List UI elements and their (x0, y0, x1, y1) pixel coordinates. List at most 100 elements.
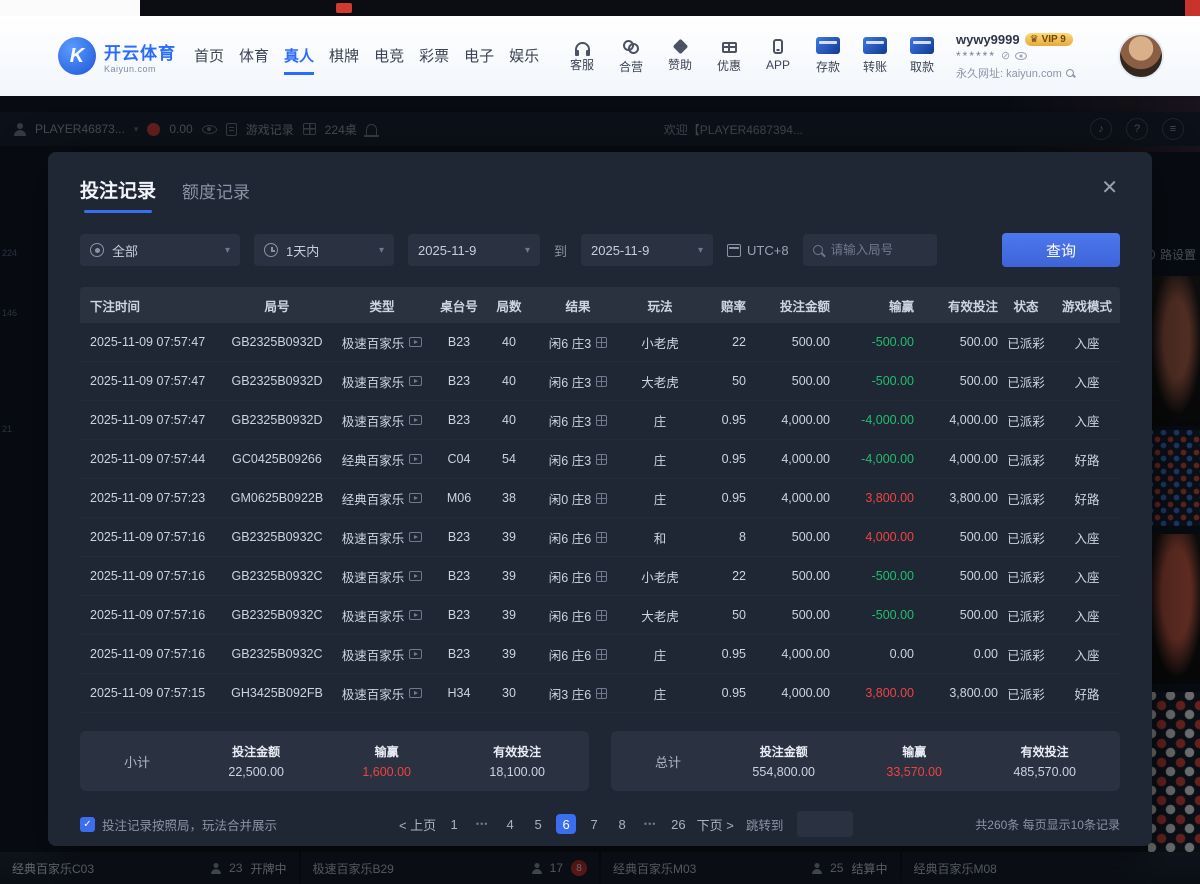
category-select[interactable]: 全部 ▾ (80, 234, 240, 266)
pagination-page-26[interactable]: 26 (668, 814, 688, 834)
cell-result: 闲6 庄6 (532, 528, 624, 547)
cell-win: -500.00 (830, 569, 914, 583)
cell-round: 30 (486, 686, 532, 700)
cell-id: GC0425B09266 (222, 452, 332, 466)
tab-bet-records[interactable]: 投注记录 (80, 176, 156, 213)
nav-item-体育[interactable]: 体育 (239, 37, 269, 75)
wallet-links: 存款转账取款 (810, 37, 940, 75)
column-header: 局数 (486, 296, 532, 315)
nav-item-首页[interactable]: 首页 (194, 37, 224, 75)
date-to-picker[interactable]: 2025-11-9 ▾ (581, 234, 713, 266)
cell-type: 极速百家乐 (332, 333, 432, 352)
jump-page-input[interactable] (797, 811, 853, 837)
result-detail-icon[interactable] (596, 493, 607, 504)
result-detail-icon[interactable] (596, 337, 607, 348)
next-page-button[interactable]: 下页 > (697, 815, 734, 834)
merge-toggle[interactable]: ✓ 投注记录按照局，玩法合并展示 (80, 815, 277, 834)
app-root: K 开云体育 Kaiyun.com 首页体育真人棋牌电竞彩票电子娱乐 客服合营 赞… (0, 0, 1200, 884)
quick-link-客服[interactable]: 客服 (564, 38, 600, 75)
cell-result: 闲6 庄3 (532, 333, 624, 352)
close-icon[interactable]: ✕ (1101, 178, 1118, 198)
promo-icon (722, 42, 737, 53)
column-header: 桌台号 (432, 296, 486, 315)
quick-link-合营[interactable]: 合营 (613, 38, 649, 75)
cell-valid: 500.00 (914, 335, 998, 349)
cell-status: 已派彩 (998, 489, 1054, 508)
cell-odds: 0.95 (696, 686, 746, 700)
brand-text: 开云体育 Kaiyun.com (104, 39, 176, 74)
column-header: 输赢 (830, 296, 914, 315)
nav-item-电子[interactable]: 电子 (464, 37, 494, 75)
subtotal-win: 输赢 1,600.00 (362, 743, 411, 779)
pagination-page-4[interactable]: 4 (500, 814, 520, 834)
sponsor-icon (672, 38, 688, 54)
result-detail-icon[interactable] (596, 376, 607, 387)
wallet-link-取款[interactable]: 取款 (904, 37, 940, 75)
cell-table: B23 (432, 413, 486, 427)
nav-item-电竞[interactable]: 电竞 (374, 37, 404, 75)
query-button[interactable]: 查询 (1002, 233, 1120, 267)
date-from-picker[interactable]: 2025-11-9 ▾ (408, 234, 540, 266)
nav-item-彩票[interactable]: 彩票 (419, 37, 449, 75)
cell-round: 39 (486, 569, 532, 583)
result-detail-icon[interactable] (596, 649, 607, 660)
result-detail-icon[interactable] (596, 571, 607, 582)
wallet-link-转账[interactable]: 转账 (857, 37, 893, 75)
prev-page-button[interactable]: < 上页 (399, 815, 436, 834)
cell-bet: 500.00 (746, 530, 830, 544)
cell-table: C04 (432, 452, 486, 466)
pagination-page-5[interactable]: 5 (528, 814, 548, 834)
hide-balance-icon[interactable]: ⊘ (1001, 49, 1010, 62)
result-detail-icon[interactable] (596, 688, 607, 699)
search-icon[interactable] (1066, 69, 1074, 77)
checkbox-checked-icon: ✓ (80, 817, 95, 832)
cell-play: 小老虎 (624, 567, 696, 586)
eye-icon[interactable] (1015, 52, 1027, 60)
cell-valid: 3,800.00 (914, 491, 998, 505)
filter-bar: 全部 ▾ 1天内 ▾ 2025-11-9 ▾ 到 2025-11-9 ▾ UTC… (80, 233, 1120, 267)
result-detail-icon[interactable] (596, 532, 607, 543)
column-header: 有效投注 (914, 296, 998, 315)
round-search-box[interactable] (803, 234, 937, 266)
pagination-page-1[interactable]: 1 (444, 814, 464, 834)
cell-status: 已派彩 (998, 450, 1054, 469)
round-search-input[interactable] (829, 242, 921, 258)
cell-type: 极速百家乐 (332, 645, 432, 664)
cell-play: 庄 (624, 450, 696, 469)
cell-time: 2025-11-09 07:57:16 (80, 530, 222, 544)
quick-link-赞助[interactable]: 赞助 (662, 38, 698, 75)
site-header: K 开云体育 Kaiyun.com 首页体育真人棋牌电竞彩票电子娱乐 客服合营 赞… (0, 16, 1200, 96)
vip-badge: ♛ VIP 9 (1025, 33, 1073, 46)
live-video-icon (409, 493, 422, 503)
bank-card-icon (863, 37, 887, 54)
pagination-page-7[interactable]: 7 (584, 814, 604, 834)
nav-item-娱乐[interactable]: 娱乐 (509, 37, 539, 75)
cell-win: -500.00 (830, 374, 914, 388)
nav-item-棋牌[interactable]: 棋牌 (329, 37, 359, 75)
cell-result: 闲0 庄8 (532, 489, 624, 508)
brand-logo[interactable]: K 开云体育 Kaiyun.com (58, 37, 176, 75)
cell-bet: 4,000.00 (746, 686, 830, 700)
result-detail-icon[interactable] (596, 415, 607, 426)
result-detail-icon[interactable] (596, 454, 607, 465)
support-icon (575, 42, 590, 52)
chevron-down-icon: ▾ (525, 245, 530, 256)
pagination-page-8[interactable]: 8 (612, 814, 632, 834)
avatar[interactable] (1118, 33, 1164, 79)
pagination-page-6[interactable]: 6 (556, 814, 576, 834)
wallet-link-存款[interactable]: 存款 (810, 37, 846, 75)
cell-id: GB2325B0932D (222, 413, 332, 427)
quick-link-label: 赞助 (668, 56, 692, 73)
quick-link-优惠[interactable]: 优惠 (711, 38, 747, 75)
quick-link-APP[interactable]: APP (760, 38, 796, 75)
timezone-indicator: UTC+8 (727, 243, 789, 258)
live-video-icon (409, 571, 422, 581)
tab-quota-records[interactable]: 额度记录 (182, 178, 250, 213)
category-icon (90, 243, 104, 257)
result-detail-icon[interactable] (596, 610, 607, 621)
wallet-link-label: 存款 (816, 58, 840, 75)
nav-item-真人[interactable]: 真人 (284, 37, 314, 75)
cell-valid: 3,800.00 (914, 686, 998, 700)
time-range-select[interactable]: 1天内 ▾ (254, 234, 394, 266)
cell-type: 极速百家乐 (332, 372, 432, 391)
